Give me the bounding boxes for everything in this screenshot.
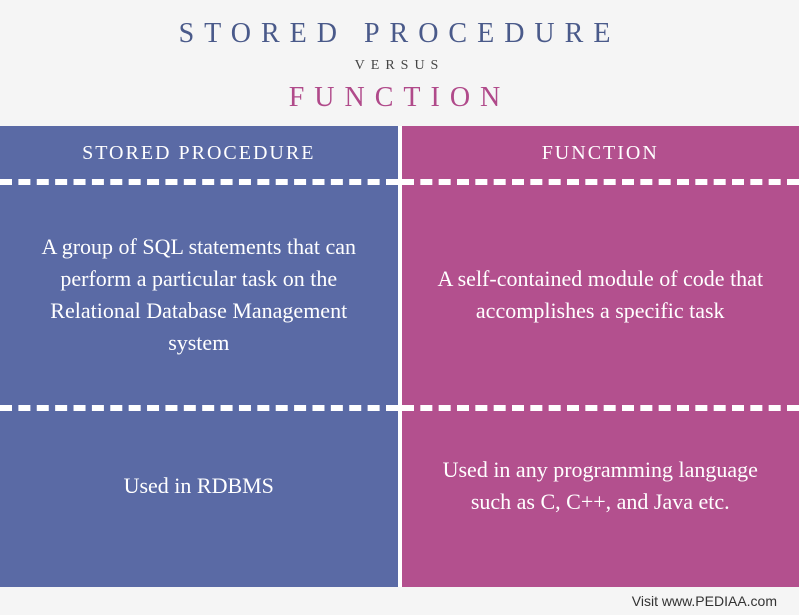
column-left-heading: STORED PROCEDURE [0,126,398,179]
column-stored-procedure: STORED PROCEDURE A group of SQL statemen… [0,126,400,587]
left-definition: A group of SQL statements that can perfo… [0,185,398,405]
header-versus: VERSUS [0,58,799,74]
right-definition: A self-contained module of code that acc… [402,185,799,405]
header-title-left: STORED PROCEDURE [0,18,799,50]
footer-attribution: Visit www.PEDIAA.com [0,587,799,615]
header-title-right: FUNCTION [0,82,799,114]
column-right-heading: FUNCTION [402,126,799,179]
column-function: FUNCTION A self-contained module of code… [400,126,799,587]
left-usage: Used in RDBMS [0,411,398,561]
comparison-columns: STORED PROCEDURE A group of SQL statemen… [0,126,799,587]
right-usage: Used in any programming language such as… [402,411,799,561]
comparison-header: STORED PROCEDURE VERSUS FUNCTION [0,0,799,126]
